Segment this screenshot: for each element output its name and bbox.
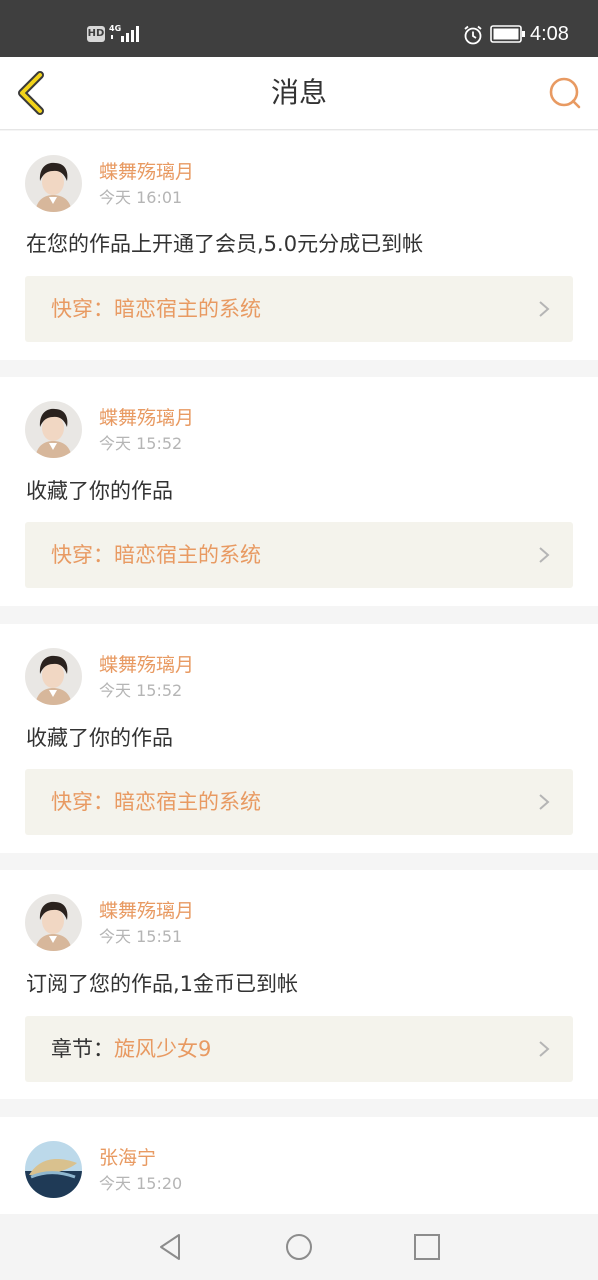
message-card: 蝶舞殇璃月 今天 16:01 在您的作品上开通了会员,5.0元分成已到帐 快穿：…	[0, 131, 598, 360]
chevron-right-icon	[539, 547, 550, 563]
username[interactable]: 蝶舞殇璃月	[99, 653, 194, 677]
work-category: 快穿：	[51, 543, 114, 567]
signal-icon: 4G	[109, 24, 139, 42]
work-label: 快穿：暗恋宿主的系统	[51, 295, 261, 323]
hd-icon: HD	[87, 26, 105, 42]
work-link[interactable]: 章节：旋风少女9	[25, 1016, 573, 1082]
message-card: 张海宁 今天 15:20	[0, 1117, 598, 1214]
status-bar: HD 4G 4:08	[0, 0, 598, 57]
nav-recent-icon[interactable]	[411, 1231, 443, 1263]
message-text: 在您的作品上开通了会员,5.0元分成已到帐	[26, 232, 424, 256]
username[interactable]: 蝶舞殇璃月	[99, 406, 194, 430]
message-text: 订阅了您的作品,1金币已到帐	[26, 972, 299, 996]
clock: 4:08	[530, 23, 569, 45]
avatar[interactable]	[25, 155, 82, 212]
avatar[interactable]	[25, 894, 82, 951]
timestamp: 今天 15:52	[99, 681, 183, 700]
message-text: 收藏了你的作品	[26, 726, 173, 750]
chevron-right-icon	[539, 1041, 550, 1057]
timestamp: 今天 15:20	[99, 1174, 183, 1193]
work-title: 旋风少女9	[114, 1037, 212, 1061]
message-card: 蝶舞殇璃月 今天 15:52 收藏了你的作品 快穿：暗恋宿主的系统	[0, 624, 598, 853]
system-nav-bar	[0, 1214, 598, 1280]
username[interactable]: 张海宁	[99, 1146, 156, 1170]
nav-home-icon[interactable]	[283, 1231, 315, 1263]
user-avatar-icon	[25, 401, 82, 458]
work-link[interactable]: 快穿：暗恋宿主的系统	[25, 522, 573, 588]
search-button[interactable]	[544, 73, 586, 115]
username[interactable]: 蝶舞殇璃月	[99, 160, 194, 184]
user-avatar-icon	[25, 894, 82, 951]
message-card: 蝶舞殇璃月 今天 15:51 订阅了您的作品,1金币已到帐 章节：旋风少女9	[0, 870, 598, 1099]
avatar[interactable]	[25, 1141, 82, 1198]
message-text: 收藏了你的作品	[26, 479, 173, 503]
alarm-icon	[464, 25, 482, 45]
search-icon	[549, 77, 581, 109]
user-avatar-icon	[25, 1141, 82, 1198]
username[interactable]: 蝶舞殇璃月	[99, 899, 194, 923]
work-link[interactable]: 快穿：暗恋宿主的系统	[25, 769, 573, 835]
battery-icon	[490, 25, 525, 43]
timestamp: 今天 15:52	[99, 434, 183, 453]
page-title: 消息	[270, 76, 327, 109]
message-card: 蝶舞殇璃月 今天 15:52 收藏了你的作品 快穿：暗恋宿主的系统	[0, 377, 598, 606]
nav-back-icon[interactable]	[155, 1231, 187, 1263]
work-label: 章节：旋风少女9	[51, 1035, 211, 1063]
chevron-right-icon	[539, 301, 550, 317]
user-avatar-icon	[25, 648, 82, 705]
avatar[interactable]	[25, 648, 82, 705]
timestamp: 今天 15:51	[99, 927, 183, 946]
user-avatar-icon	[25, 155, 82, 212]
work-link[interactable]: 快穿：暗恋宿主的系统	[25, 276, 573, 342]
work-category: 快穿：	[51, 790, 114, 814]
app-header: 消息	[0, 57, 598, 130]
work-title: 暗恋宿主的系统	[114, 543, 261, 567]
work-title: 暗恋宿主的系统	[114, 790, 261, 814]
work-label: 快穿：暗恋宿主的系统	[51, 788, 261, 816]
avatar[interactable]	[25, 401, 82, 458]
work-title: 暗恋宿主的系统	[114, 297, 261, 321]
timestamp: 今天 16:01	[99, 188, 183, 207]
work-category: 章节：	[51, 1037, 114, 1061]
work-category: 快穿：	[51, 297, 114, 321]
work-label: 快穿：暗恋宿主的系统	[51, 541, 261, 569]
chevron-right-icon	[539, 794, 550, 810]
svg-text:4G: 4G	[109, 24, 121, 33]
